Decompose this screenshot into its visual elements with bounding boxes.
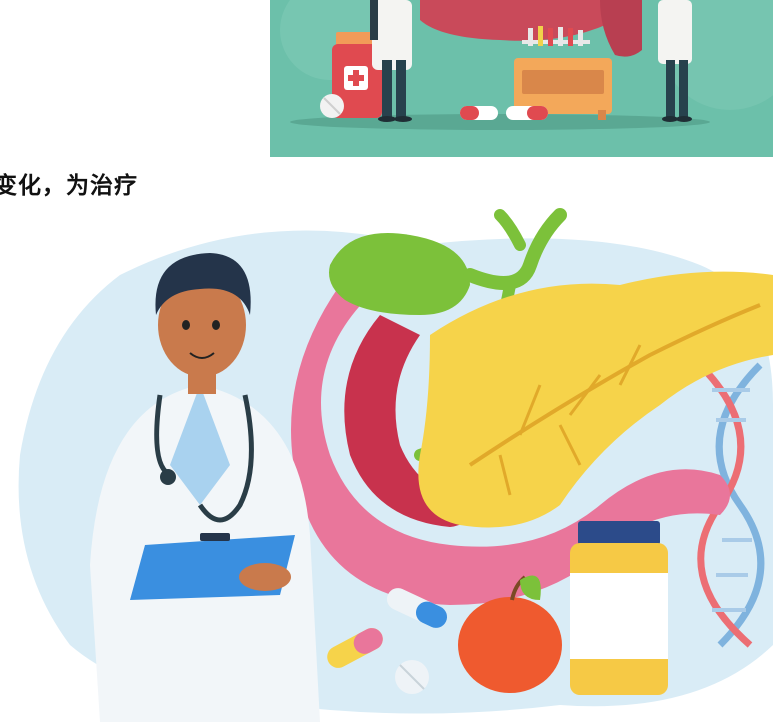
main-illustration (0, 205, 773, 722)
pill-icon (320, 94, 344, 118)
tablet-icon (395, 660, 429, 694)
section-heading: 变化，为治疗 (0, 173, 138, 199)
top-illustration (270, 0, 773, 157)
vitamin-bottle-icon (570, 521, 668, 695)
